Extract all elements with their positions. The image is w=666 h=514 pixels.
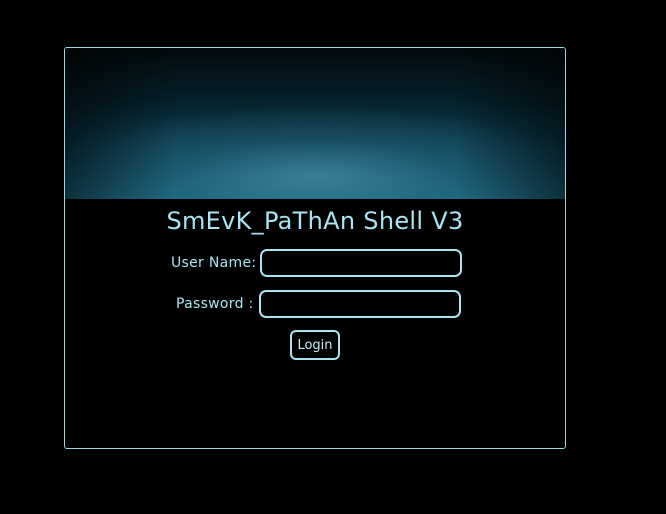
page-title: SmEvK_PaThAn Shell V3 [166,207,464,235]
username-input[interactable] [260,249,463,277]
password-input[interactable] [258,290,461,318]
password-row: Password : [176,290,461,318]
username-label: User Name: [171,255,257,271]
password-label: Password : [176,296,254,312]
login-button[interactable]: Login [290,330,340,360]
username-row: User Name: [171,249,463,277]
login-panel: SmEvK_PaThAn Shell V3 User Name: Passwor… [64,47,566,449]
header-banner-image [65,48,565,199]
